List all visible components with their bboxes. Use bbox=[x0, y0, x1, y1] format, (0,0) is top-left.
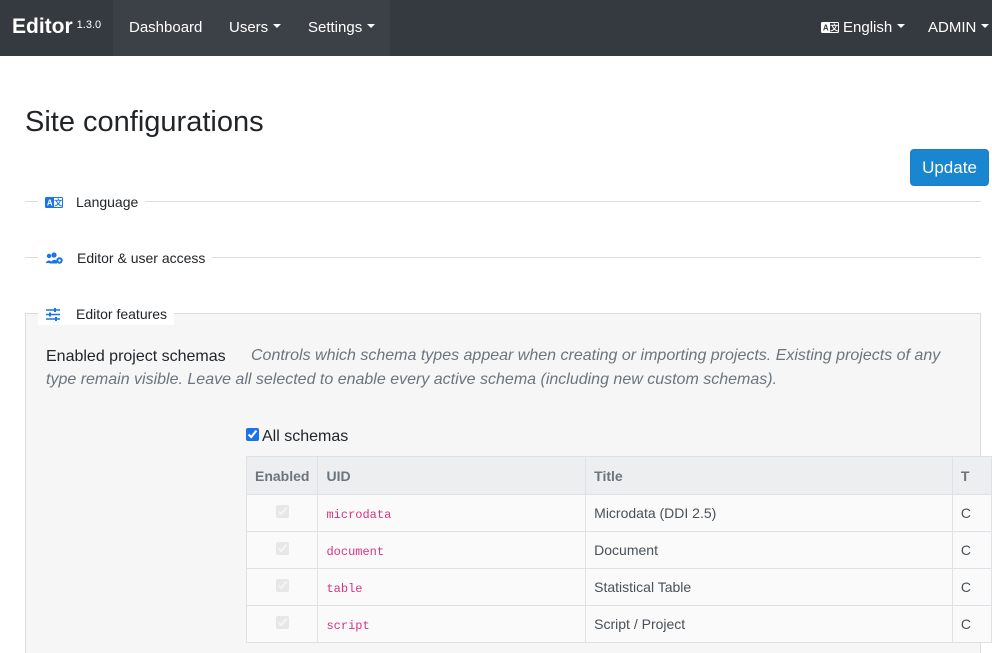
enabled-cell bbox=[245, 494, 319, 532]
nav-users-label: Users bbox=[229, 19, 269, 36]
section-user-access[interactable]: Editor & user access bbox=[38, 247, 213, 269]
schema-type: C bbox=[951, 531, 992, 569]
uid-cell: document bbox=[317, 531, 587, 569]
nav-settings-dropdown[interactable]: Settings bbox=[308, 19, 376, 37]
caret-down-icon bbox=[981, 24, 990, 29]
update-button[interactable]: Update bbox=[910, 149, 989, 186]
section-editor-features[interactable]: Editor features bbox=[38, 303, 175, 325]
schema-uid: script bbox=[326, 618, 370, 633]
enabled-cell bbox=[245, 568, 319, 606]
user-label: ADMIN bbox=[928, 19, 977, 36]
section-divider bbox=[25, 201, 981, 202]
app-version: 1.3.0 bbox=[76, 19, 102, 31]
schema-title: Microdata (DDI 2.5) bbox=[585, 494, 953, 532]
language-icon: A 文 bbox=[45, 196, 63, 208]
nav-users-dropdown[interactable]: Users bbox=[229, 19, 282, 37]
schema-title: Script / Project bbox=[585, 605, 953, 643]
enabled-schemas-label: Enabled project schemas bbox=[46, 348, 226, 365]
schema-enabled-checkbox bbox=[275, 542, 289, 555]
main-nav: Dashboard Users Settings bbox=[113, 0, 390, 56]
schema-title: Document bbox=[585, 531, 953, 569]
language-dropdown[interactable]: A 文 English bbox=[821, 19, 906, 37]
schema-uid: microdata bbox=[326, 507, 392, 522]
uid-cell: microdata bbox=[317, 494, 587, 532]
caret-down-icon bbox=[273, 24, 282, 29]
enabled-cell bbox=[245, 531, 319, 569]
schema-enabled-checkbox bbox=[275, 579, 289, 592]
table-row: script Script / Project C bbox=[245, 605, 992, 643]
nav-settings-label: Settings bbox=[308, 19, 363, 36]
all-schemas-checkbox[interactable] bbox=[246, 428, 259, 442]
uid-cell: script bbox=[317, 605, 587, 643]
schema-enabled-checkbox bbox=[275, 616, 289, 629]
schema-type: C bbox=[951, 605, 992, 643]
schemas-table: Enabled UID Title T microdata Microdata … bbox=[245, 456, 992, 643]
users-cog-icon bbox=[45, 252, 63, 264]
column-header-title: Title bbox=[585, 456, 953, 495]
uid-cell: table bbox=[317, 568, 587, 606]
column-header-enabled: Enabled bbox=[245, 456, 319, 495]
section-user-access-label: Editor & user access bbox=[77, 250, 206, 266]
top-navbar: Editor 1.3.0 Dashboard Users Settings A 文… bbox=[0, 0, 992, 56]
brand-name: Editor bbox=[12, 15, 73, 38]
all-schemas-label: All schemas bbox=[262, 428, 349, 445]
schema-uid: table bbox=[326, 581, 363, 596]
column-header-type: T bbox=[951, 456, 992, 495]
schema-enabled-checkbox bbox=[275, 505, 289, 518]
all-schemas-toggle[interactable]: All schemas bbox=[246, 427, 348, 447]
nav-dashboard[interactable]: Dashboard bbox=[129, 19, 202, 37]
schema-type: C bbox=[951, 494, 992, 532]
table-row: microdata Microdata (DDI 2.5) C bbox=[245, 494, 992, 532]
brand-logo[interactable]: Editor 1.3.0 bbox=[12, 14, 101, 40]
sliders-icon bbox=[46, 307, 60, 321]
enabled-cell bbox=[245, 605, 319, 643]
section-language-label: Language bbox=[76, 194, 139, 210]
section-language[interactable]: A 文 Language bbox=[38, 191, 146, 213]
svg-text:A: A bbox=[47, 198, 53, 207]
table-header-row: Enabled UID Title T bbox=[245, 456, 992, 495]
schema-title: Statistical Table bbox=[585, 568, 953, 606]
user-dropdown[interactable]: ADMIN bbox=[928, 19, 990, 37]
svg-text:A: A bbox=[823, 23, 829, 32]
svg-text:文: 文 bbox=[830, 22, 839, 32]
column-header-uid: UID bbox=[317, 456, 587, 495]
caret-down-icon bbox=[367, 24, 376, 29]
table-row: document Document C bbox=[245, 531, 992, 569]
schema-type: C bbox=[951, 568, 992, 606]
language-icon: A 文 bbox=[821, 21, 839, 33]
section-editor-features-label: Editor features bbox=[76, 306, 168, 322]
language-label: English bbox=[843, 19, 893, 36]
table-row: table Statistical Table C bbox=[245, 568, 992, 606]
page-title: Site configurations bbox=[25, 106, 264, 138]
svg-text:文: 文 bbox=[54, 197, 63, 207]
schema-uid: document bbox=[326, 544, 385, 559]
caret-down-icon bbox=[897, 24, 906, 29]
